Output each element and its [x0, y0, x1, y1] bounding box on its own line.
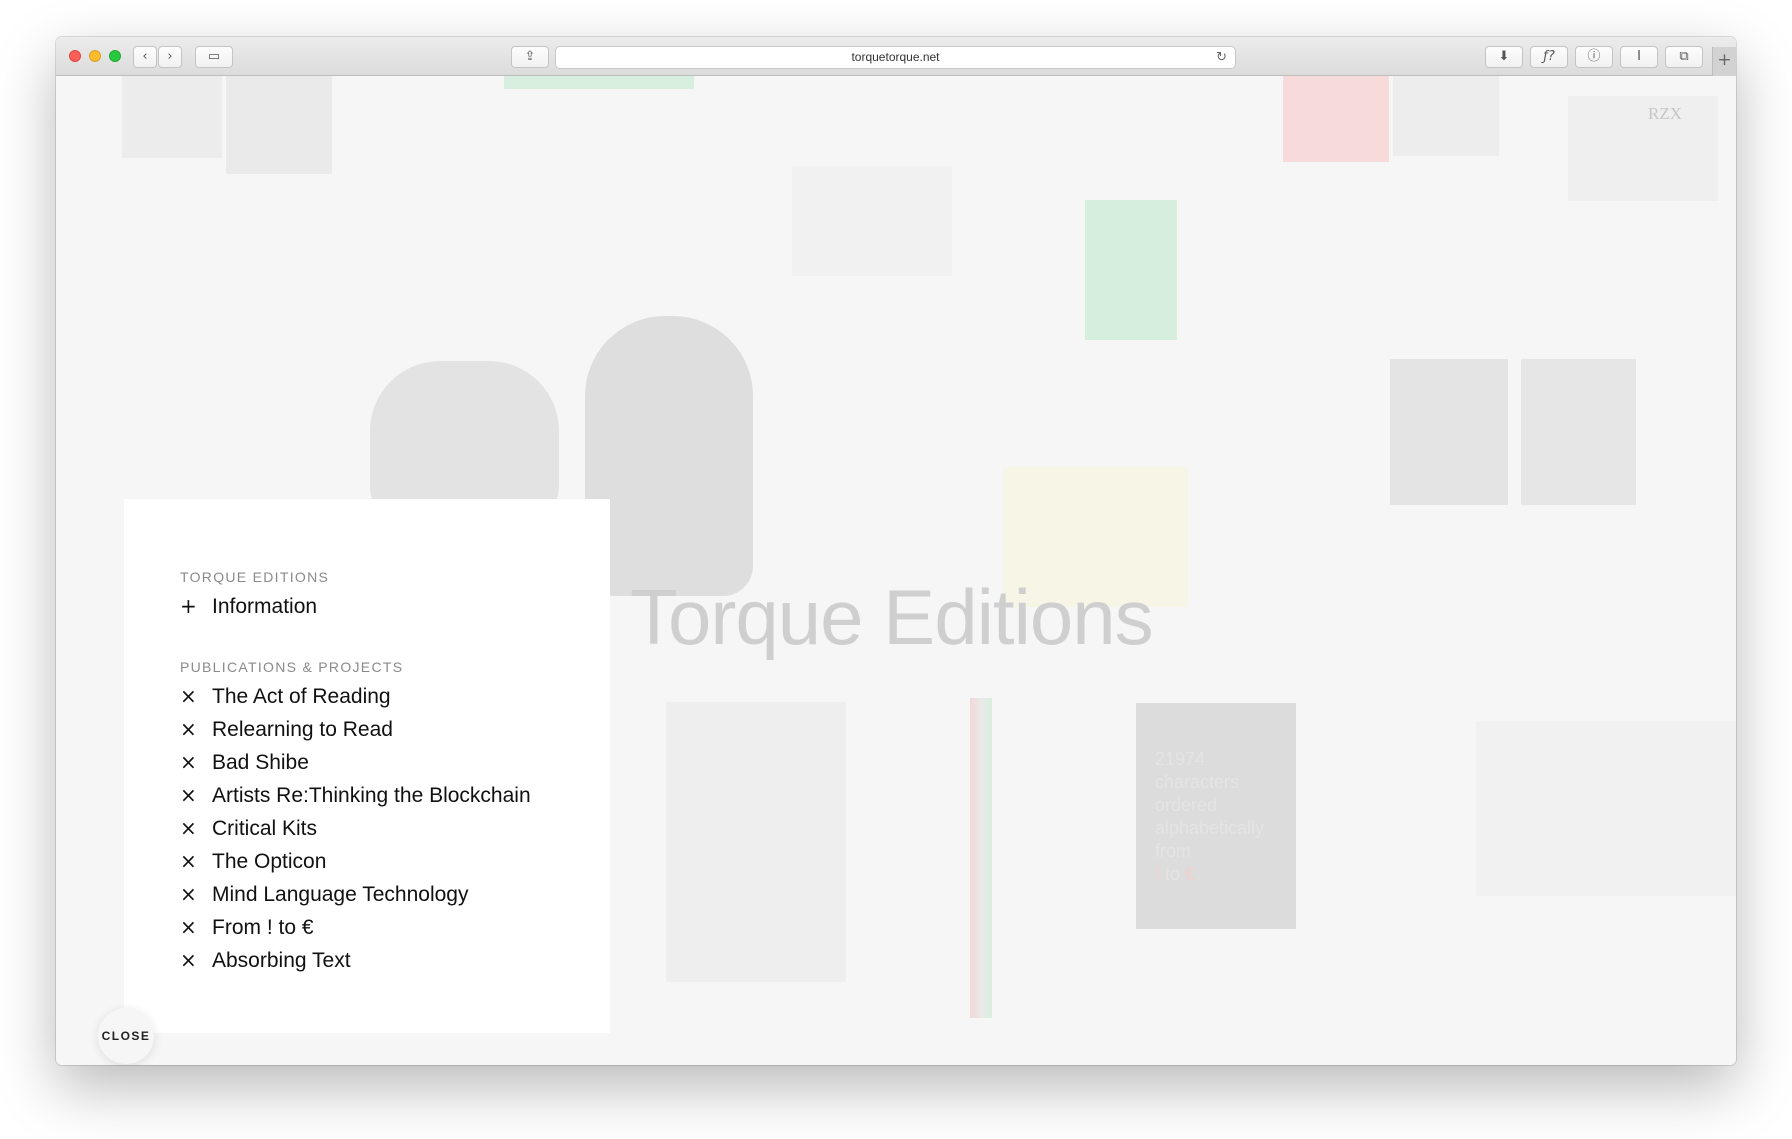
background-image	[1521, 359, 1636, 505]
book-cover-text: 21974 characters ordered alphabetically …	[1155, 749, 1265, 884]
background-document	[792, 166, 952, 276]
url-text: torquetorque.net	[851, 50, 940, 64]
password-icon[interactable]: ⓘ	[1575, 46, 1613, 68]
background-document: RZX	[1568, 96, 1718, 201]
menu-item-the-opticon[interactable]: × The Opticon	[180, 849, 326, 874]
close-icon: ×	[180, 783, 197, 807]
browser-window: ‹ › ▭ ⇪ torquetorque.net ↻ ⬇ ƒ? ⓘ I ⧉ + …	[56, 37, 1736, 1065]
download-icon[interactable]: ⬇	[1485, 46, 1523, 68]
background-image	[1390, 359, 1508, 505]
close-icon: ×	[180, 750, 197, 774]
menu-item-bad-shibe[interactable]: × Bad Shibe	[180, 750, 309, 775]
background-document	[1476, 721, 1736, 896]
background-image	[504, 76, 694, 89]
background-image	[122, 76, 222, 158]
share-icon[interactable]: ⇪	[511, 46, 549, 68]
background-book	[1085, 200, 1177, 340]
corner-logo: RZX	[1648, 104, 1682, 123]
close-icon: ×	[180, 684, 197, 708]
close-icon: ×	[180, 882, 197, 906]
close-window-button[interactable]	[69, 50, 81, 62]
plus-icon: +	[180, 594, 197, 618]
background-book-spine	[970, 698, 992, 1018]
menu-item-absorbing-text[interactable]: × Absorbing Text	[180, 948, 351, 973]
menu-item-critical-kits[interactable]: × Critical Kits	[180, 816, 317, 841]
back-icon[interactable]: ‹	[133, 46, 157, 68]
background-grid-book	[666, 702, 846, 982]
background-book	[1283, 76, 1389, 162]
close-icon: ×	[180, 915, 197, 939]
menu-item-from-to-euro[interactable]: × From ! to €	[180, 915, 314, 940]
zoom-window-button[interactable]	[109, 50, 121, 62]
forward-icon[interactable]: ›	[158, 46, 182, 68]
menu-item-relearning-to-read[interactable]: × Relearning to Read	[180, 717, 393, 742]
hero-title: Torque Editions	[630, 573, 1154, 661]
new-tab-button[interactable]: +	[1712, 47, 1736, 76]
close-icon: ×	[180, 717, 197, 741]
tabs-icon[interactable]: ⧉	[1665, 46, 1703, 68]
section-label-publications: PUBLICATIONS & PROJECTS	[180, 659, 404, 675]
close-icon: ×	[180, 849, 197, 873]
reader-icon[interactable]: I	[1620, 46, 1658, 68]
reload-icon[interactable]: ↻	[1216, 47, 1227, 68]
menu-item-the-act-of-reading[interactable]: × The Act of Reading	[180, 684, 391, 709]
menu-item-information[interactable]: + Information	[180, 594, 317, 619]
address-bar[interactable]: torquetorque.net ↻	[555, 46, 1236, 69]
font-icon[interactable]: ƒ?	[1530, 46, 1568, 68]
background-sculpture	[585, 316, 753, 596]
background-image	[226, 76, 332, 174]
menu-item-artists-rethinking-the-blockchain[interactable]: × Artists Re:Thinking the Blockchain	[180, 783, 531, 808]
browser-toolbar: ‹ › ▭ ⇪ torquetorque.net ↻ ⬇ ƒ? ⓘ I ⧉ +	[56, 37, 1736, 76]
background-document	[1393, 76, 1499, 156]
section-label-torque-editions: TORQUE EDITIONS	[180, 569, 330, 585]
minimize-window-button[interactable]	[89, 50, 101, 62]
close-menu-button[interactable]: CLOSE	[98, 1008, 154, 1064]
close-icon: ×	[180, 816, 197, 840]
sidebar-icon[interactable]: ▭	[195, 46, 233, 68]
menu-item-mind-language-technology[interactable]: × Mind Language Technology	[180, 882, 468, 907]
page-content: RZX 21974 characters ordered alphabetica…	[56, 76, 1736, 1065]
menu-panel: TORQUE EDITIONS + Information PUBLICATION…	[124, 499, 610, 1033]
close-icon: ×	[180, 948, 197, 972]
